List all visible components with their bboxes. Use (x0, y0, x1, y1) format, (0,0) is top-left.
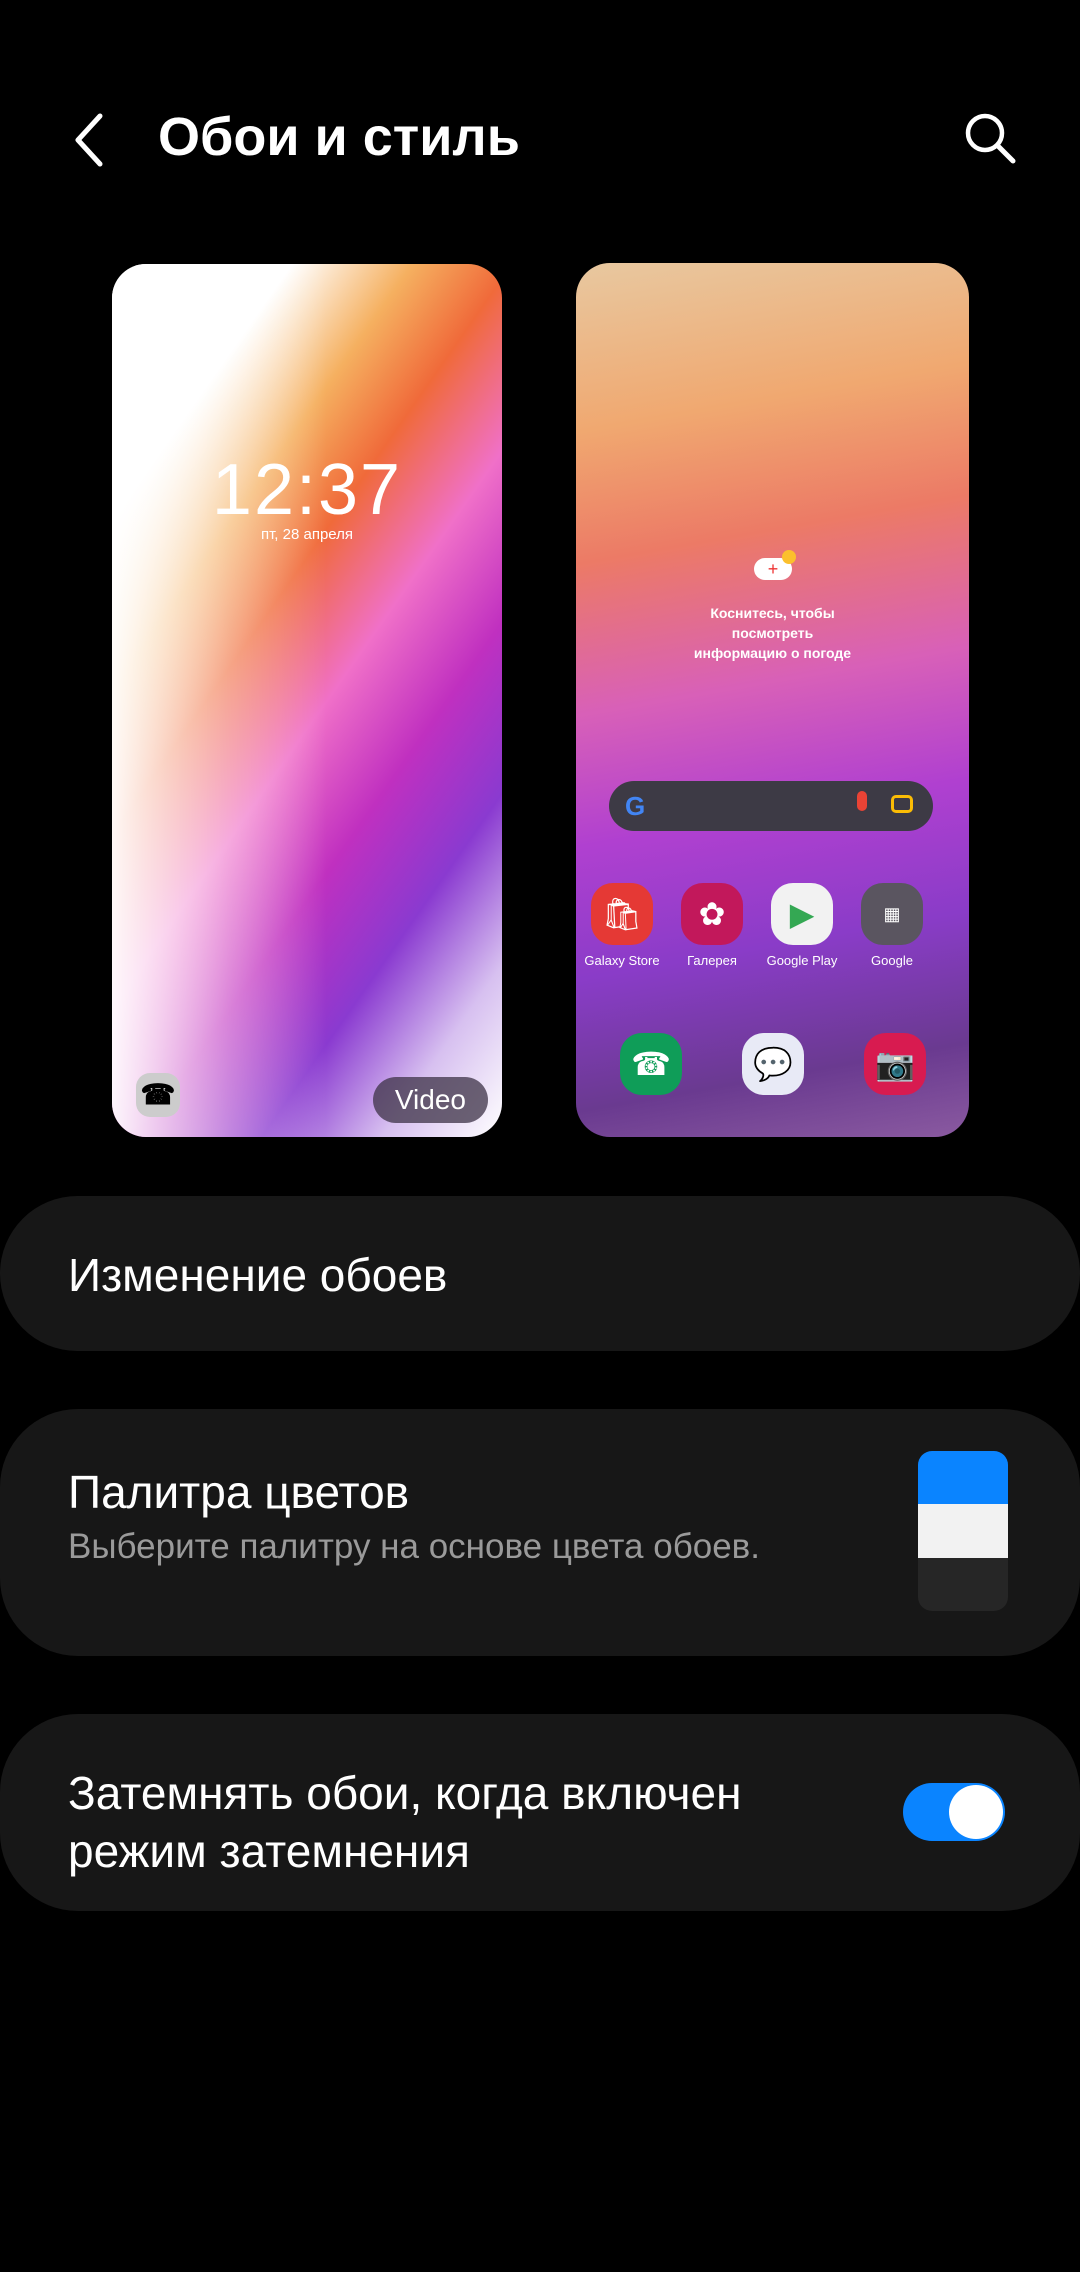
lock-clock: 12:37 (211, 450, 403, 530)
app-google-folder: ▦ Google (846, 883, 938, 968)
lock-screen-preview[interactable]: 12:37 пт, 28 апреля ☎ Video (112, 264, 502, 1137)
lock-date: пт, 28 апреля (260, 526, 354, 543)
app-google-play: ▶ Google Play (756, 883, 848, 968)
app-galaxy-store: 🛍 Galaxy Store (576, 883, 668, 968)
dim-wallpaper-toggle[interactable] (903, 1783, 1005, 1841)
lens-icon (891, 795, 913, 813)
palette-color-2 (918, 1504, 1008, 1558)
home-screen-preview[interactable]: + Коснитесь, чтобы посмотреть информацию… (576, 263, 969, 1137)
weather-add-icon: + (754, 550, 796, 580)
dim-wallpaper-item[interactable]: Затемнять обои, когда включен режим зате… (0, 1714, 1080, 1911)
gallery-icon: ✿ (681, 883, 743, 945)
color-palette-item[interactable]: Палитра цветов Выберите палитру на основ… (0, 1409, 1080, 1656)
google-play-icon: ▶ (771, 883, 833, 945)
google-folder-icon: ▦ (861, 883, 923, 945)
google-search-bar: G (609, 781, 933, 831)
toggle-knob (949, 1785, 1003, 1839)
palette-swatch[interactable] (918, 1451, 1008, 1611)
change-wallpaper-item[interactable]: Изменение обоев (0, 1196, 1080, 1351)
back-icon[interactable] (66, 110, 116, 170)
galaxy-store-icon: 🛍 (591, 883, 653, 945)
weather-widget-text: Коснитесь, чтобы посмотреть информацию о… (693, 605, 852, 661)
palette-color-3 (918, 1557, 1008, 1611)
camera-icon: 📷 (864, 1033, 926, 1095)
google-icon: G (625, 791, 646, 821)
phone-icon: ☎ (620, 1033, 682, 1095)
search-icon[interactable] (960, 108, 1020, 168)
messages-icon: 💬 (742, 1033, 804, 1095)
mic-icon (857, 791, 867, 811)
page-title: Обои и стиль (158, 107, 520, 167)
phone-icon: ☎ (136, 1073, 180, 1117)
app-gallery: ✿ Галерея (666, 883, 758, 968)
video-badge: Video (372, 1077, 488, 1123)
palette-color-1 (918, 1451, 1008, 1505)
